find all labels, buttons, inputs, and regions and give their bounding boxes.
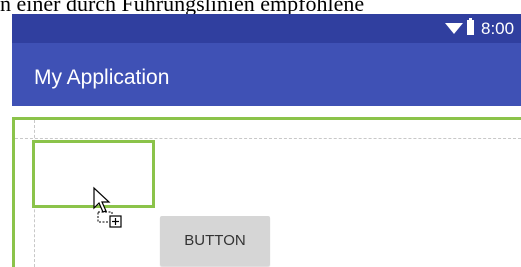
- screenshot: n einer durch Führungslinien empfohlene …: [0, 0, 521, 267]
- button-widget[interactable]: BUTTON: [160, 216, 270, 266]
- drag-add-cursor-icon: [93, 186, 122, 228]
- status-bar: 8:00: [12, 14, 521, 43]
- layout-canvas[interactable]: BUTTON: [12, 106, 521, 267]
- wifi-icon: [445, 23, 463, 34]
- battery-icon: [467, 18, 474, 35]
- horizontal-guideline: [15, 138, 521, 139]
- app-title: My Application: [34, 66, 170, 89]
- app-bar: My Application: [12, 43, 521, 106]
- status-time: 8:00: [481, 19, 515, 38]
- device-preview: 8:00 My Application BUTTON: [12, 14, 521, 267]
